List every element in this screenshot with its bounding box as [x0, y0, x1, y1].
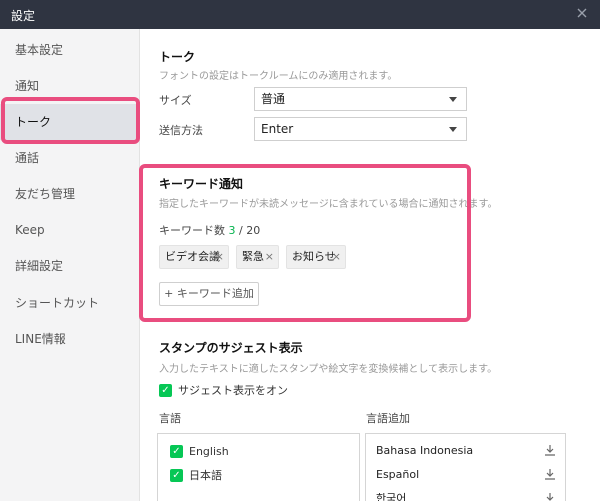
- checkmark-icon[interactable]: ✓: [170, 445, 183, 458]
- sidebar-highlight-frame: [1, 97, 140, 144]
- list-item[interactable]: 한국어: [376, 489, 557, 501]
- language-name: 日本語: [189, 469, 222, 482]
- sidebar-item-basic[interactable]: 基本設定: [0, 32, 139, 68]
- sidebar-item-keep[interactable]: Keep: [0, 212, 139, 248]
- size-select[interactable]: 普通: [254, 87, 467, 111]
- suggest-toggle-label: サジェスト表示をオン: [178, 384, 288, 397]
- add-language-label: 言語追加: [366, 412, 410, 425]
- checkmark-icon[interactable]: ✓: [170, 469, 183, 482]
- window-title: 設定: [11, 9, 36, 23]
- chevron-down-icon: [449, 127, 457, 132]
- sidebar-item-friends[interactable]: 友だち管理: [0, 176, 139, 212]
- sticker-section-desc: 入力したテキストに適したスタンプや絵文字を変換候補として表示します。: [159, 364, 498, 375]
- list-item[interactable]: Bahasa Indonesia: [376, 441, 557, 461]
- send-method-select[interactable]: Enter: [254, 117, 467, 141]
- suggest-toggle[interactable]: ✓ サジェスト表示をオン: [159, 383, 359, 399]
- talk-section-desc: フォントの設定はトークルームにのみ適用されます。: [159, 71, 398, 82]
- language-list: ✓ English ✓ 日本語: [157, 433, 360, 501]
- sidebar-item-shortcuts[interactable]: ショートカット: [0, 285, 139, 321]
- sidebar-item-calls[interactable]: 通話: [0, 140, 139, 176]
- list-item[interactable]: ✓ English: [170, 444, 320, 460]
- available-language-list: Bahasa Indonesia Español 한국어: [365, 433, 566, 501]
- checkmark-icon[interactable]: ✓: [159, 384, 172, 397]
- send-method-label: 送信方法: [159, 124, 203, 137]
- list-item[interactable]: Español: [376, 465, 557, 485]
- language-label: 言語: [159, 412, 181, 425]
- download-icon[interactable]: [543, 491, 557, 501]
- sticker-section-title: スタンプのサジェスト表示: [159, 341, 303, 355]
- language-name: Español: [376, 468, 420, 481]
- download-icon[interactable]: [543, 443, 557, 457]
- keyword-highlight-frame: [139, 164, 471, 322]
- close-icon[interactable]: [574, 5, 590, 21]
- download-icon[interactable]: [543, 467, 557, 481]
- size-label: サイズ: [159, 94, 192, 107]
- language-name: English: [189, 445, 229, 458]
- language-name: 한국어: [376, 492, 407, 501]
- send-method-select-value: Enter: [261, 122, 294, 136]
- window-titlebar: 設定: [0, 0, 600, 29]
- language-name: Bahasa Indonesia: [376, 444, 474, 457]
- size-select-value: 普通: [261, 92, 286, 106]
- sidebar-item-line-info[interactable]: LINE情報: [0, 321, 139, 357]
- list-item[interactable]: ✓ 日本語: [170, 468, 320, 484]
- sidebar-item-advanced[interactable]: 詳細設定: [0, 248, 139, 284]
- chevron-down-icon: [449, 97, 457, 102]
- talk-section-title: トーク: [159, 50, 196, 64]
